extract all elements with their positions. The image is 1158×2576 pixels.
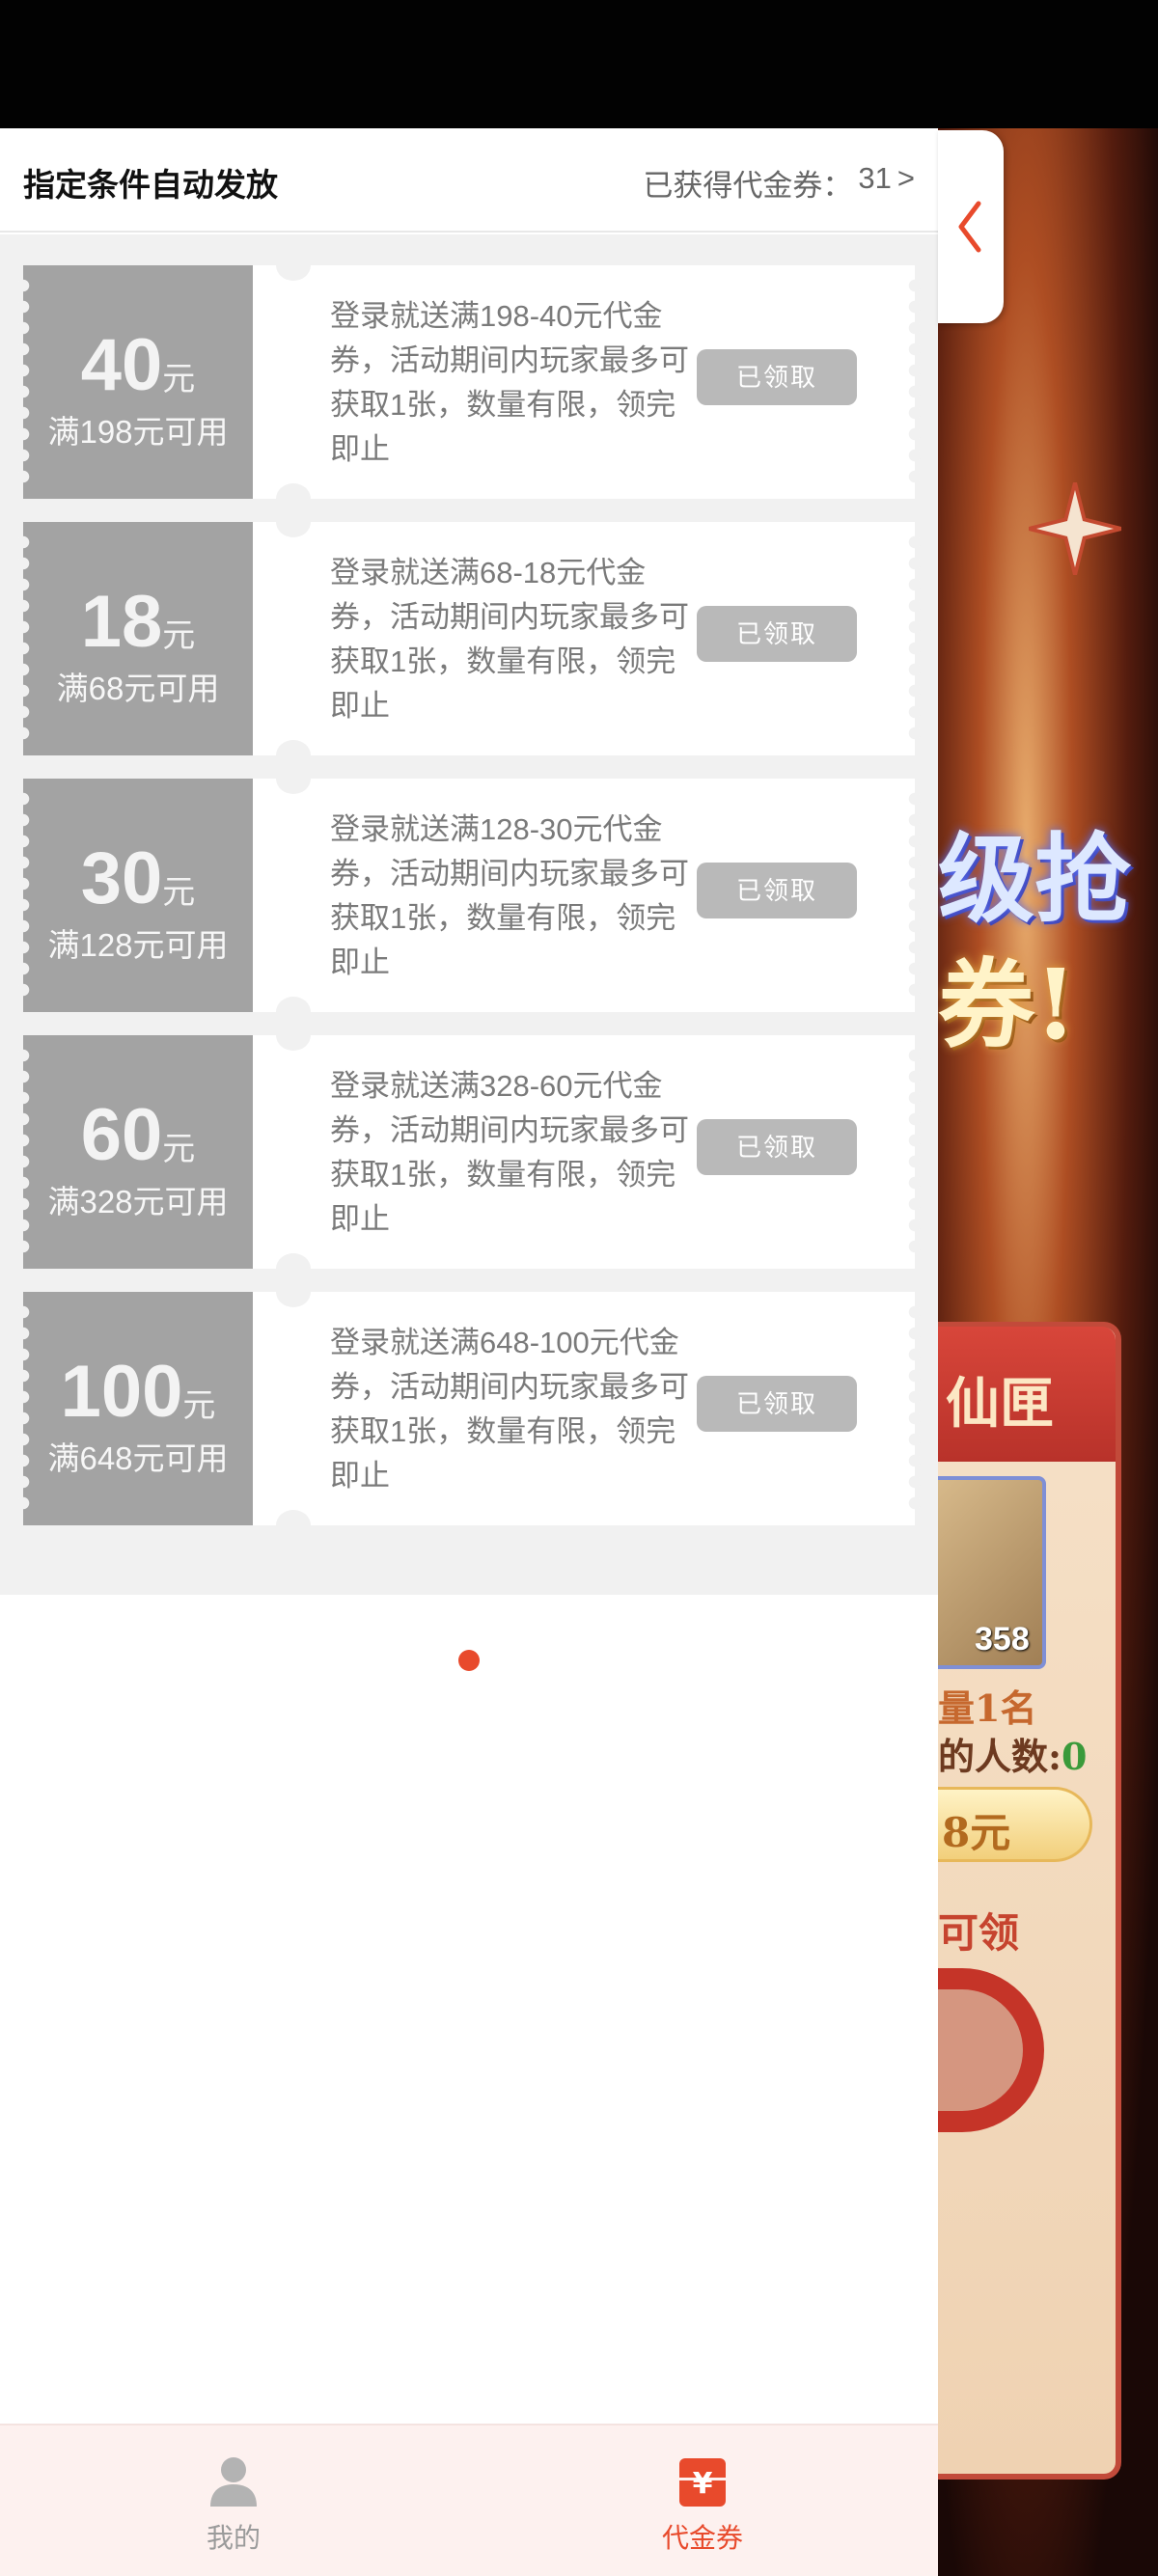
coupon-condition: 满198元可用 (47, 414, 229, 450)
coupon-description: 登录就送满198-40元代金券，活动期间内玩家最多可获取1张，数量有限，领完即止 (330, 299, 689, 466)
panel-header: 指定条件自动发放 已获得代金券： 31 > (0, 128, 938, 233)
coupon-value-block: 60元 满328元可用 (16, 1035, 253, 1269)
coupon-list: 40元 满198元可用 登录就送满198-40元代金券，活动期间内玩家最多可获取… (0, 234, 938, 1671)
coupon-amount: 40元 (80, 324, 196, 406)
svg-text:¥: ¥ (693, 2467, 713, 2501)
chevron-left-icon (958, 201, 981, 253)
coupon-amount: 30元 (80, 837, 196, 919)
coupon-description: 登录就送满328-60元代金券，活动期间内玩家最多可获取1张，数量有限，领完即止 (330, 1069, 689, 1236)
coupon-description: 登录就送满68-18元代金券，活动期间内玩家最多可获取1张，数量有限，领完即止 (330, 556, 689, 723)
screen: 级抢 券! 仙匣 358 量1名 的人数:0 8元 可领 指定条件自动发放 已获… (0, 0, 1158, 2576)
page-indicator-dot (458, 1650, 480, 1671)
coupon-amount: 100元 (60, 1351, 216, 1433)
yen-coupon-icon: ¥ (679, 2458, 726, 2507)
status-bar-area (0, 0, 1158, 128)
obtained-coupons-link[interactable]: 已获得代金券： 31 > (643, 161, 915, 205)
game-buyers-text: 的人数:0 (938, 1727, 1087, 1780)
game-buyers-value: 0 (1062, 1735, 1088, 1778)
game-card-header-text: 仙匣 (946, 1372, 1054, 1436)
coupon-condition: 满68元可用 (56, 671, 220, 706)
coupon-value-block: 30元 满128元可用 (16, 779, 253, 1012)
game-limit-text: 量1名 (938, 1686, 1037, 1730)
coupon-condition: 满328元可用 (47, 1184, 229, 1219)
nav-tab-coupon-label: 代金券 (661, 2523, 743, 2553)
game-item-count: 358 (975, 1621, 1030, 1658)
coupon-card: 60元 满328元可用 登录就送满328-60元代金券，活动期间内玩家最多可获取… (16, 1020, 922, 1284)
obtained-label: 已获得代金券： (643, 169, 853, 203)
game-banner-title-1: 级抢 (938, 822, 1131, 936)
coupon-card: 40元 满198元可用 登录就送满198-40元代金券，活动期间内玩家最多可获取… (16, 250, 922, 514)
person-icon (210, 2457, 257, 2507)
collapse-panel-handle[interactable] (938, 130, 1004, 323)
coupon-value-block: 40元 满198元可用 (16, 265, 253, 499)
game-claim-text: 可领 (938, 1909, 1020, 1957)
nav-tab-coupon[interactable]: ¥ 代金券 (606, 2425, 799, 2576)
coupon-card: 18元 满68元可用 登录就送满68-18元代金券，活动期间内玩家最多可获取1张… (16, 507, 922, 771)
coupon-description: 登录就送满648-100元代金券，活动期间内玩家最多可获取1张，数量有限，领完即… (330, 1326, 689, 1493)
coupon-description: 登录就送满128-30元代金券，活动期间内玩家最多可获取1张，数量有限，领完即止 (330, 812, 689, 979)
game-banner-title-2: 券! (938, 947, 1077, 1061)
claimed-button[interactable]: 已领取 (697, 349, 857, 405)
game-buyers-label: 的人数: (938, 1735, 1062, 1778)
claimed-button[interactable]: 已领取 (697, 863, 857, 918)
obtained-count: 31 (858, 161, 892, 195)
panel-title: 指定条件自动发放 (23, 167, 278, 203)
nav-tab-me[interactable]: 我的 (137, 2425, 330, 2576)
coupon-card: 30元 满128元可用 登录就送满128-30元代金券，活动期间内玩家最多可获取… (16, 763, 922, 1028)
nav-tab-me-label: 我的 (206, 2523, 261, 2553)
coupon-panel: 指定条件自动发放 已获得代金券： 31 > 40元 满198元可用 登录就送满1… (0, 128, 938, 2576)
game-price-text: 8元 (942, 1809, 1011, 1856)
bottom-nav: 我的 ¥ 代金券 (0, 2424, 938, 2576)
star-ornament-icon (1029, 482, 1121, 575)
chevron-right-icon: > (896, 161, 915, 195)
coupon-value-block: 100元 满648元可用 (16, 1292, 253, 1525)
coupon-card: 100元 满648元可用 登录就送满648-100元代金券，活动期间内玩家最多可… (16, 1276, 922, 1541)
claimed-button[interactable]: 已领取 (697, 606, 857, 662)
claimed-button[interactable]: 已领取 (697, 1376, 857, 1432)
coupon-condition: 满128元可用 (47, 927, 229, 963)
claimed-button[interactable]: 已领取 (697, 1119, 857, 1175)
coupon-value-block: 18元 满68元可用 (16, 522, 253, 755)
coupon-condition: 满648元可用 (47, 1440, 229, 1476)
coupon-amount: 18元 (80, 581, 196, 663)
coupon-amount: 60元 (80, 1094, 196, 1176)
